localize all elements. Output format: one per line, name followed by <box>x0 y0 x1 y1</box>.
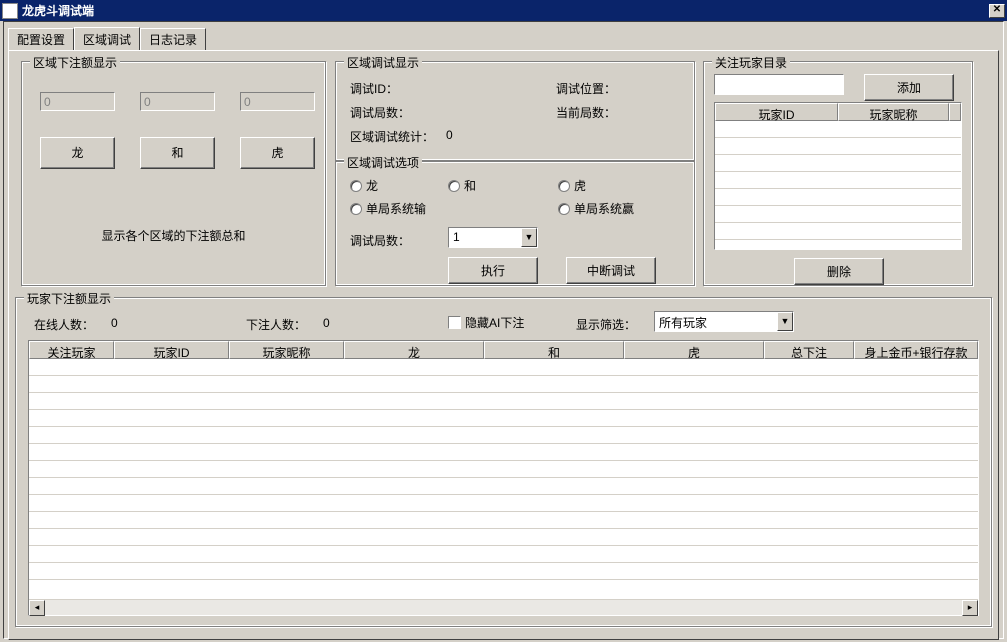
group-debug-display: 区域调试显示 调试ID： 调试位置： 调试局数： 当前局数： 区域调试统计： 0 <box>335 61 695 161</box>
scroll-right-icon[interactable]: ▸ <box>962 600 978 616</box>
tab-config[interactable]: 配置设置 <box>8 28 74 52</box>
lbl-filter: 显示筛选： <box>576 316 636 333</box>
radio-long[interactable]: 龙 <box>350 177 378 194</box>
lbl-debug-pos: 调试位置： <box>556 80 616 97</box>
watch-list-header: 玩家ID 玩家昵称 <box>715 103 961 121</box>
group-debug-opt-legend: 区域调试选项 <box>344 154 422 171</box>
radio-hu-label: 虎 <box>574 177 586 194</box>
window-title: 龙虎斗调试端 <box>22 2 989 19</box>
combo-rounds[interactable]: 1 ▼ <box>448 227 538 248</box>
area-bet-value-1: 0 <box>140 92 215 111</box>
app-icon <box>2 3 18 19</box>
player-bet-header: 关注玩家 玩家ID 玩家昵称 龙 和 虎 总下注 身上金币+银行存款 <box>29 341 978 359</box>
radio-syswin-label: 单局系统赢 <box>574 200 634 217</box>
chevron-down-icon: ▼ <box>521 228 537 247</box>
hscrollbar[interactable]: ◂ ▸ <box>29 599 978 615</box>
col-hu[interactable]: 虎 <box>624 341 764 359</box>
group-watch-legend: 关注玩家目录 <box>712 54 790 71</box>
radio-long-label: 龙 <box>366 177 378 194</box>
radio-dot-icon <box>558 180 570 192</box>
radio-hu[interactable]: 虎 <box>558 177 586 194</box>
lbl-bettors: 下注人数： <box>246 316 306 333</box>
group-watch: 关注玩家目录 添加 玩家ID 玩家昵称 <box>703 61 973 286</box>
btn-stop[interactable]: 中断调试 <box>566 257 656 284</box>
btn-add-watch[interactable]: 添加 <box>864 74 954 101</box>
radio-he[interactable]: 和 <box>448 177 476 194</box>
btn-he[interactable]: 和 <box>140 137 215 169</box>
lbl-cur-round: 当前局数： <box>556 104 616 121</box>
lbl-opt-round: 调试局数： <box>350 232 410 249</box>
col-gold[interactable]: 身上金币+银行存款 <box>854 341 978 359</box>
group-player-bet-legend: 玩家下注额显示 <box>24 290 114 307</box>
titlebar: 龙虎斗调试端 ✕ <box>0 0 1007 21</box>
radio-syswin[interactable]: 单局系统赢 <box>558 200 634 217</box>
btn-long[interactable]: 龙 <box>40 137 115 169</box>
chevron-down-icon: ▼ <box>777 312 793 331</box>
client-area: 配置设置 区域调试 日志记录 区域下注额显示 0 0 0 龙 和 虎 显示各个区… <box>3 21 1004 639</box>
lbl-debug-round: 调试局数： <box>350 104 410 121</box>
radio-dot-icon <box>350 180 362 192</box>
chk-hide-ai[interactable]: 隐藏AI下注 <box>448 314 524 331</box>
group-player-bet: 玩家下注额显示 在线人数： 0 下注人数： 0 隐藏AI下注 显示筛选： 所有玩… <box>15 297 992 627</box>
group-area-bet-legend: 区域下注额显示 <box>30 54 120 71</box>
lbl-debug-stat: 区域调试统计： <box>350 128 434 145</box>
btn-exec[interactable]: 执行 <box>448 257 538 284</box>
area-bet-value-2: 0 <box>240 92 315 111</box>
combo-filter-value: 所有玩家 <box>655 312 777 331</box>
lbl-online: 在线人数： <box>34 316 94 333</box>
col-long[interactable]: 龙 <box>344 341 484 359</box>
combo-filter[interactable]: 所有玩家 ▼ <box>654 311 794 332</box>
watch-col-id[interactable]: 玩家ID <box>715 103 838 121</box>
watch-list-body <box>715 121 961 249</box>
watch-list[interactable]: 玩家ID 玩家昵称 <box>714 102 962 250</box>
radio-syslose[interactable]: 单局系统输 <box>350 200 426 217</box>
group-debug-display-legend: 区域调试显示 <box>344 54 422 71</box>
group-area-bet: 区域下注额显示 0 0 0 龙 和 虎 显示各个区域的下注额总和 <box>21 61 326 286</box>
area-bet-value-0: 0 <box>40 92 115 111</box>
col-he[interactable]: 和 <box>484 341 624 359</box>
tab-area-debug[interactable]: 区域调试 <box>74 27 140 51</box>
tab-page-area-debug: 区域下注额显示 0 0 0 龙 和 虎 显示各个区域的下注额总和 区域调试显示 … <box>8 50 999 640</box>
checkbox-box-icon <box>448 316 461 329</box>
val-online: 0 <box>111 316 118 330</box>
chk-hide-ai-label: 隐藏AI下注 <box>465 314 524 331</box>
watch-col-spacer <box>949 103 961 121</box>
radio-he-label: 和 <box>464 177 476 194</box>
val-debug-stat: 0 <box>446 128 453 142</box>
tab-strip: 配置设置 区域调试 日志记录 <box>8 26 999 50</box>
watch-col-nick[interactable]: 玩家昵称 <box>838 103 949 121</box>
scroll-track[interactable] <box>45 600 962 615</box>
val-bettors: 0 <box>323 316 330 330</box>
radio-dot-icon <box>558 203 570 215</box>
scroll-left-icon[interactable]: ◂ <box>29 600 45 616</box>
tab-log[interactable]: 日志记录 <box>140 28 206 52</box>
player-bet-list[interactable]: 关注玩家 玩家ID 玩家昵称 龙 和 虎 总下注 身上金币+银行存款 <box>28 340 979 616</box>
lbl-debug-id: 调试ID： <box>350 80 398 97</box>
watch-input[interactable] <box>714 74 844 95</box>
close-button[interactable]: ✕ <box>989 4 1005 18</box>
player-bet-body <box>29 359 978 599</box>
col-total[interactable]: 总下注 <box>764 341 854 359</box>
col-id[interactable]: 玩家ID <box>114 341 229 359</box>
combo-rounds-value: 1 <box>449 228 521 247</box>
radio-syslose-label: 单局系统输 <box>366 200 426 217</box>
col-nick[interactable]: 玩家昵称 <box>229 341 344 359</box>
radio-dot-icon <box>350 203 362 215</box>
btn-del-watch[interactable]: 删除 <box>794 258 884 285</box>
group-debug-opt: 区域调试选项 龙 和 虎 单局系统输 <box>335 161 695 286</box>
tab-control: 配置设置 区域调试 日志记录 区域下注额显示 0 0 0 龙 和 虎 显示各个区… <box>4 22 1003 640</box>
radio-dot-icon <box>448 180 460 192</box>
btn-hu[interactable]: 虎 <box>240 137 315 169</box>
col-watch[interactable]: 关注玩家 <box>29 341 114 359</box>
area-bet-desc: 显示各个区域的下注额总和 <box>22 227 325 244</box>
